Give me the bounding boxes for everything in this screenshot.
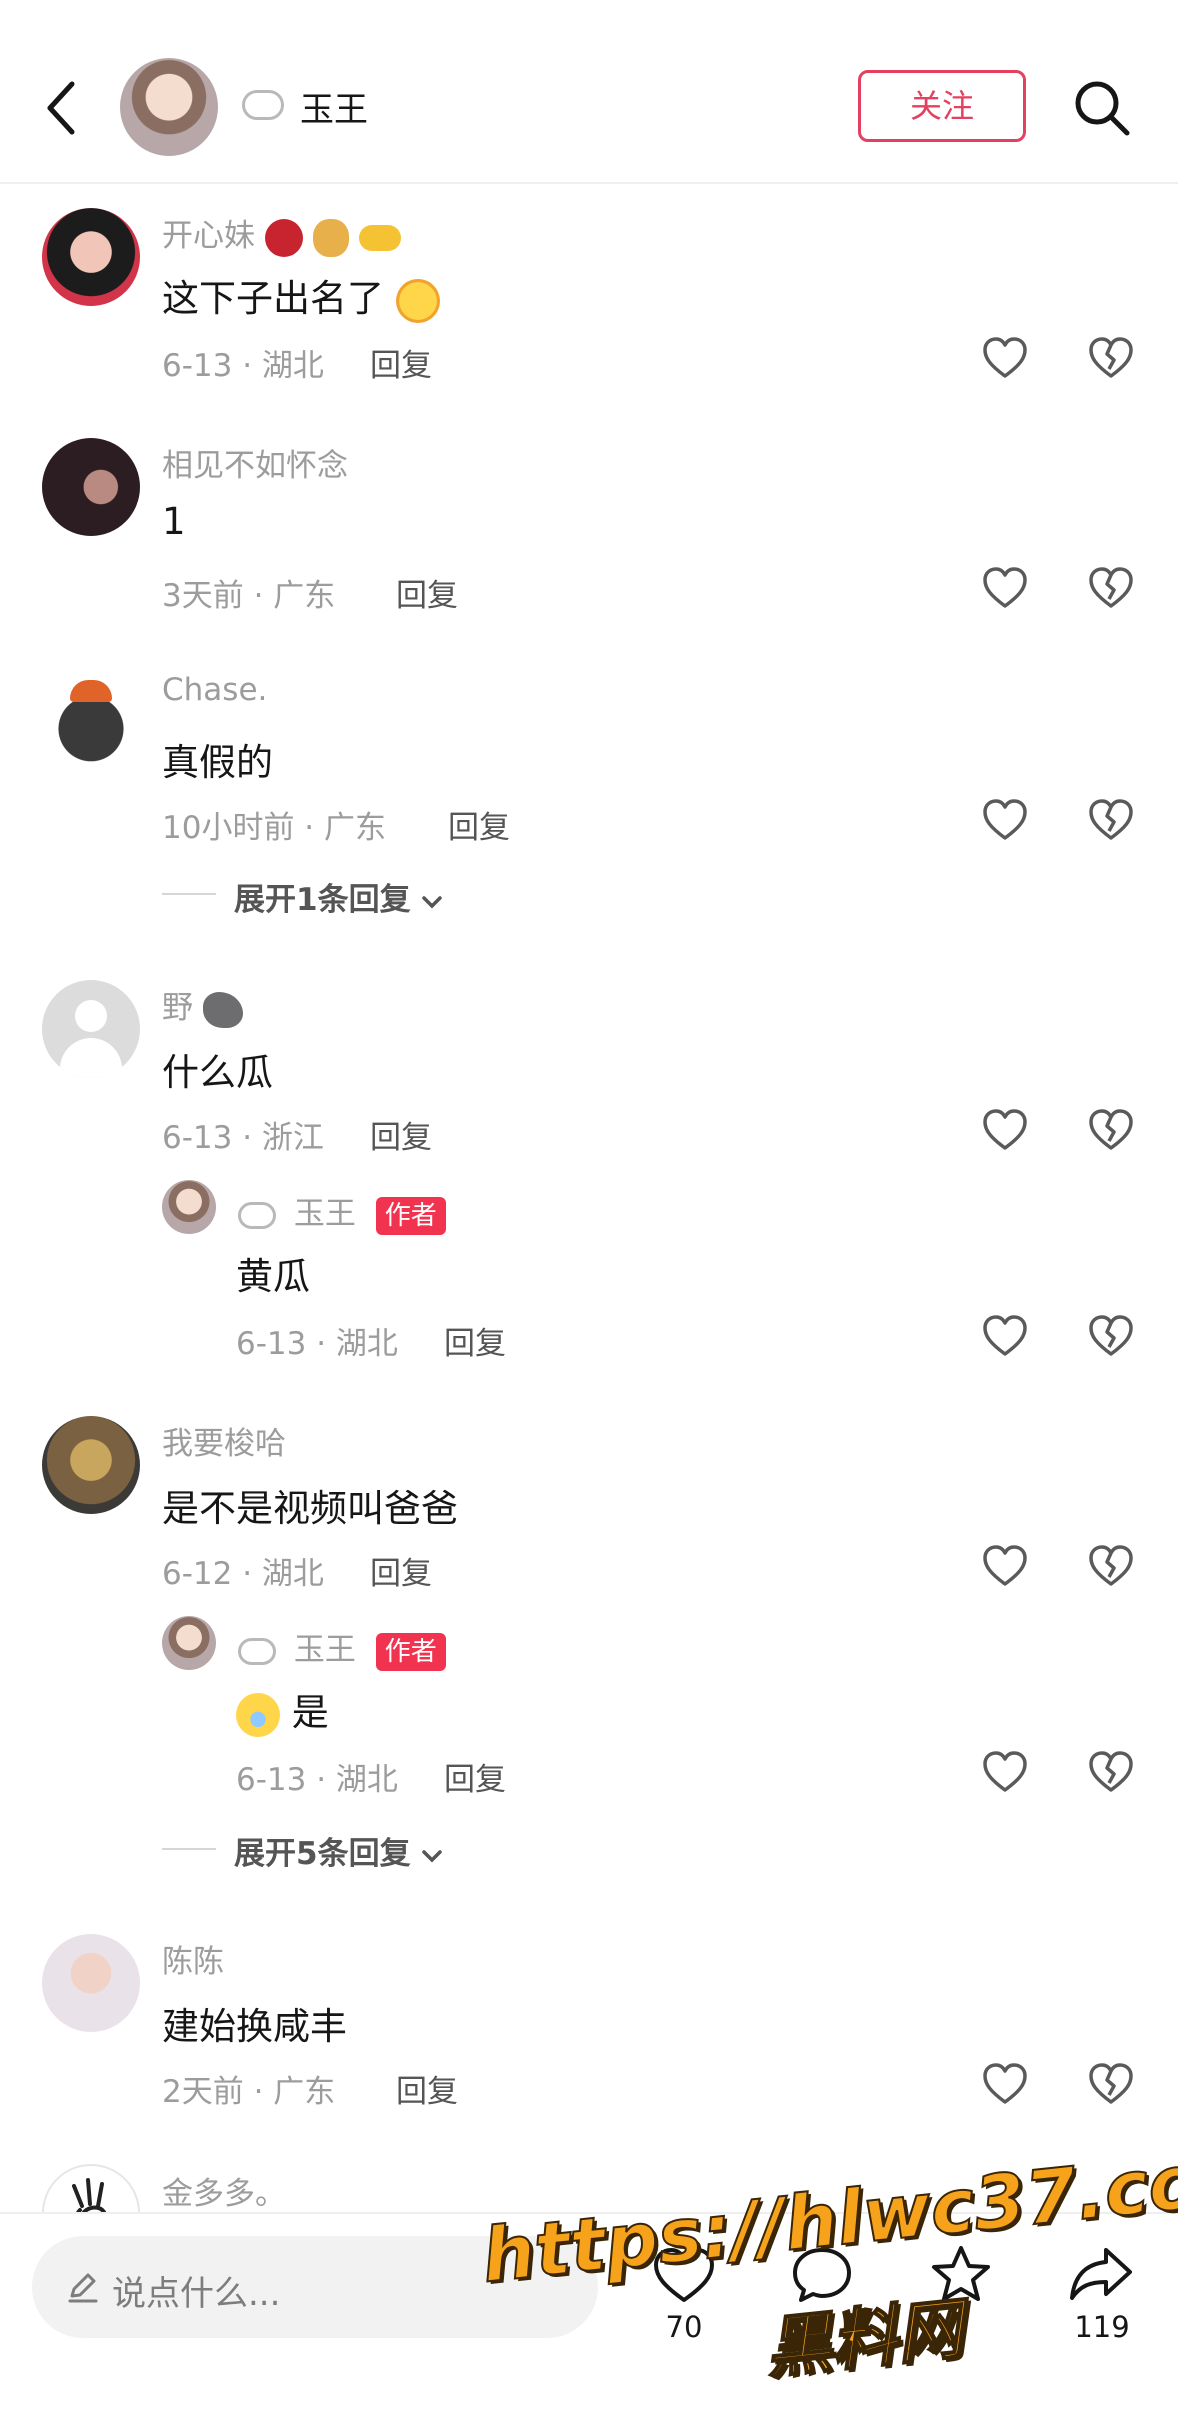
like-count: 70 xyxy=(665,2310,703,2344)
thought-cloud-icon xyxy=(238,1638,276,1665)
comment-text: 什么瓜 xyxy=(162,1051,273,1094)
commenter-name[interactable]: 玉王 作者 xyxy=(238,1188,446,1235)
crying-emoji-icon xyxy=(236,1692,280,1737)
expand-replies-button[interactable]: 展开5条回复 xyxy=(234,1828,443,1873)
expand-replies-button[interactable]: 展开1条回复 xyxy=(234,874,443,919)
comment-meta: 10小时前 · 广东 xyxy=(162,810,387,846)
reply-button[interactable]: 回复 xyxy=(370,1548,432,1593)
dislike-broken-heart-icon[interactable] xyxy=(1088,2062,1134,2106)
comment-text: 是 xyxy=(236,1682,329,1737)
commenter-name[interactable]: Chase. xyxy=(162,672,267,708)
chevron-down-icon xyxy=(422,895,443,908)
reply-button[interactable]: 回复 xyxy=(396,570,458,615)
commenter-name[interactable]: 我要梭哈 xyxy=(162,1418,286,1463)
avatar[interactable] xyxy=(162,1616,216,1670)
comment-meta: 6-13 · 湖北 xyxy=(236,1326,398,1362)
comment-text: 1 xyxy=(162,500,186,543)
comment-meta: 2天前 · 广东 xyxy=(162,2074,336,2110)
comment-meta: 3天前 · 广东 xyxy=(162,578,336,614)
comment-text: 是不是视频叫爸爸 xyxy=(162,1487,458,1530)
like-heart-icon[interactable] xyxy=(982,566,1028,610)
dislike-broken-heart-icon[interactable] xyxy=(1088,1314,1134,1358)
author-badge: 作者 xyxy=(375,1632,446,1671)
author-name[interactable]: 玉王 xyxy=(300,82,368,131)
comment-input-placeholder[interactable]: 说点什么... xyxy=(112,2266,280,2315)
dislike-broken-heart-icon[interactable] xyxy=(1088,336,1134,380)
dislike-broken-heart-icon[interactable] xyxy=(1088,1544,1134,1588)
author-avatar[interactable] xyxy=(120,58,218,156)
reply-button[interactable]: 回复 xyxy=(444,1754,506,1799)
avatar[interactable] xyxy=(42,980,140,1078)
money-bag-emoji-icon xyxy=(312,218,349,257)
reply-button[interactable]: 回复 xyxy=(396,2066,458,2111)
commenter-name[interactable]: 玉王 作者 xyxy=(238,1624,446,1671)
comment-meta: 6-13 · 浙江 xyxy=(162,1120,324,1156)
dislike-broken-heart-icon[interactable] xyxy=(1088,566,1134,610)
comment-text: 黄瓜 xyxy=(236,1255,310,1298)
like-heart-icon[interactable] xyxy=(982,2062,1028,2106)
comment-text: 这下子出名了 xyxy=(162,268,440,323)
commenter-name[interactable]: 野 xyxy=(162,982,243,1028)
share-icon[interactable] xyxy=(1068,2244,1134,2302)
search-icon[interactable] xyxy=(1072,78,1132,138)
comment-meta: 6-13 · 湖北 xyxy=(162,348,324,384)
avatar[interactable] xyxy=(42,1934,140,2032)
like-heart-icon[interactable] xyxy=(982,1314,1028,1358)
commenter-name[interactable]: 相见不如怀念 xyxy=(162,440,348,485)
commenter-name[interactable]: 陈陈 xyxy=(162,1936,224,1981)
reply-button[interactable]: 回复 xyxy=(370,340,432,385)
divider xyxy=(162,893,216,895)
thought-cloud-icon xyxy=(242,90,284,120)
divider xyxy=(162,1848,216,1850)
like-heart-icon[interactable] xyxy=(982,798,1028,842)
author-badge: 作者 xyxy=(375,1196,446,1235)
dancer-emoji-icon xyxy=(264,218,303,257)
chevron-down-icon xyxy=(422,1849,443,1862)
avatar[interactable] xyxy=(162,1180,216,1234)
share-count: 119 xyxy=(1074,2310,1130,2344)
wolf-emoji-icon xyxy=(202,991,243,1028)
comment-text: 真假的 xyxy=(162,741,273,784)
like-heart-icon[interactable] xyxy=(982,1544,1028,1588)
reply-button[interactable]: 回复 xyxy=(444,1318,506,1363)
avatar[interactable] xyxy=(42,208,140,306)
reply-button[interactable]: 回复 xyxy=(448,802,510,847)
comment-meta: 6-13 · 湖北 xyxy=(236,1762,398,1798)
laughing-emoji-icon xyxy=(395,278,440,323)
top-bar: 玉王 关注 xyxy=(0,0,1178,184)
avatar[interactable] xyxy=(42,438,140,536)
like-heart-icon[interactable] xyxy=(982,336,1028,380)
commenter-name[interactable]: 开心妹 xyxy=(162,210,401,257)
back-arrow-icon[interactable] xyxy=(42,78,82,138)
like-heart-icon[interactable] xyxy=(982,1750,1028,1794)
pencil-icon xyxy=(68,2273,98,2303)
dislike-broken-heart-icon[interactable] xyxy=(1088,798,1134,842)
thought-cloud-icon xyxy=(238,1202,276,1229)
avatar[interactable] xyxy=(42,1416,140,1514)
follow-button[interactable]: 关注 xyxy=(858,70,1026,142)
pointing-hand-emoji-icon xyxy=(358,224,401,251)
avatar[interactable] xyxy=(42,670,140,768)
reply-button[interactable]: 回复 xyxy=(370,1112,432,1157)
dislike-broken-heart-icon[interactable] xyxy=(1088,1750,1134,1794)
commenter-name[interactable]: 金多多。 xyxy=(162,2168,286,2213)
comment-meta: 6-12 · 湖北 xyxy=(162,1556,324,1592)
like-heart-icon[interactable] xyxy=(982,1108,1028,1152)
comment-text: 建始换咸丰 xyxy=(162,2005,347,2048)
dislike-broken-heart-icon[interactable] xyxy=(1088,1108,1134,1152)
